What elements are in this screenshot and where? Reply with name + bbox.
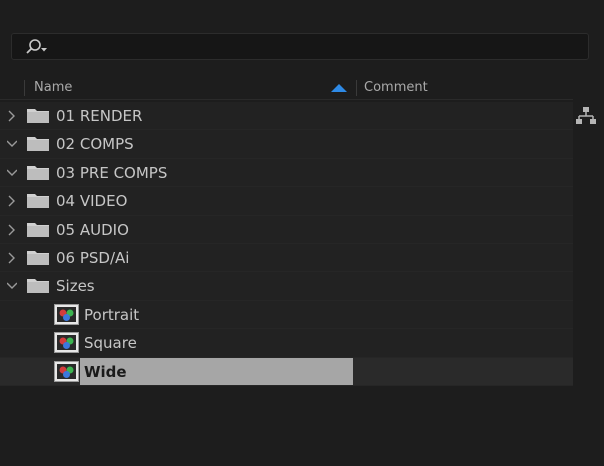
item-label: 02 COMPS bbox=[56, 135, 134, 154]
folder-icon bbox=[27, 165, 49, 180]
project-panel: Name Comment 01 RENDER 02 COMPS 03 PRE C… bbox=[0, 0, 604, 466]
folder-icon bbox=[27, 137, 49, 152]
item-label: Sizes bbox=[56, 277, 95, 296]
list-item-selected[interactable]: Wide bbox=[0, 357, 573, 386]
chevron-down-icon[interactable] bbox=[7, 137, 17, 151]
list-item[interactable]: Square bbox=[0, 329, 573, 358]
folder-icon bbox=[27, 222, 49, 237]
chevron-right-icon[interactable] bbox=[7, 251, 17, 265]
item-label: 06 PSD/Ai bbox=[56, 248, 130, 267]
project-items-list: 01 RENDER 02 COMPS 03 PRE COMPS 04 VIDEO… bbox=[0, 102, 573, 386]
folder-icon bbox=[27, 109, 49, 123]
flowchart-icon[interactable] bbox=[575, 106, 597, 126]
folder-icon bbox=[27, 279, 49, 294]
chevron-down-icon[interactable] bbox=[7, 279, 17, 293]
chevron-right-icon[interactable] bbox=[7, 223, 17, 237]
list-item[interactable]: 01 RENDER bbox=[0, 102, 573, 131]
item-label: 03 PRE COMPS bbox=[56, 163, 168, 182]
chevron-right-icon[interactable] bbox=[7, 194, 17, 208]
folder-icon bbox=[27, 194, 49, 209]
item-label: 04 VIDEO bbox=[56, 192, 128, 211]
list-item[interactable]: 04 VIDEO bbox=[0, 187, 573, 216]
list-item[interactable]: 06 PSD/Ai bbox=[0, 243, 573, 273]
list-item[interactable]: 05 AUDIO bbox=[0, 215, 573, 244]
comment-column-header[interactable]: Comment bbox=[364, 80, 428, 95]
composition-icon bbox=[54, 303, 79, 325]
chevron-down-icon[interactable] bbox=[7, 166, 17, 180]
search-icon[interactable] bbox=[22, 38, 48, 56]
list-item[interactable]: Sizes bbox=[0, 272, 573, 301]
item-label: 01 RENDER bbox=[56, 107, 143, 125]
folder-icon bbox=[27, 250, 49, 265]
composition-icon bbox=[54, 332, 79, 354]
composition-icon bbox=[54, 360, 79, 382]
column-divider[interactable] bbox=[356, 80, 357, 96]
item-label: 05 AUDIO bbox=[56, 220, 129, 239]
list-item[interactable]: Portrait bbox=[0, 300, 573, 330]
search-input[interactable] bbox=[11, 33, 589, 60]
item-label: Wide bbox=[84, 362, 127, 381]
sort-ascending-icon[interactable] bbox=[330, 83, 348, 93]
name-column-header[interactable]: Name bbox=[34, 80, 72, 95]
list-item[interactable]: 03 PRE COMPS bbox=[0, 158, 573, 188]
column-header: Name Comment bbox=[0, 76, 573, 100]
list-item[interactable]: 02 COMPS bbox=[0, 130, 573, 159]
item-label: Square bbox=[84, 334, 137, 353]
chevron-right-icon[interactable] bbox=[7, 109, 17, 123]
column-divider[interactable] bbox=[24, 80, 25, 96]
item-label: Portrait bbox=[84, 305, 140, 324]
